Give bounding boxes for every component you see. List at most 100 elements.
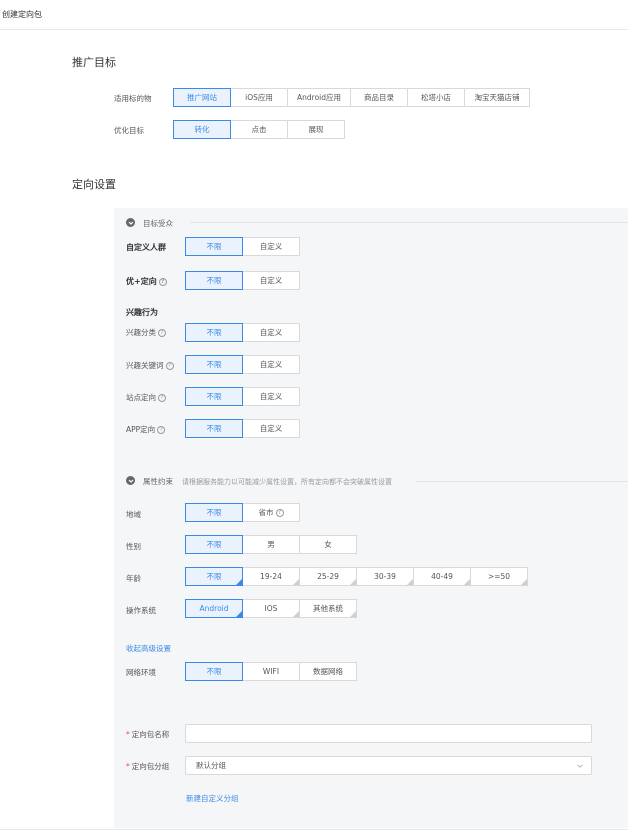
goal-option-impression[interactable]: 展现 <box>287 120 345 139</box>
interest-category-custom[interactable]: 自定义 <box>242 323 300 342</box>
interest-keyword-label-text: 兴趣关键词 <box>126 361 164 370</box>
target-label: 适用标的物 <box>114 94 152 103</box>
custom-crowd-unlimited[interactable]: 不限 <box>185 237 243 256</box>
package-name-label: * 定向包名称 <box>126 729 169 740</box>
age-30-39[interactable]: 30-39 <box>356 567 414 586</box>
site-targeting-custom[interactable]: 自定义 <box>242 387 300 406</box>
gender-label: 性别 <box>126 542 141 551</box>
help-icon[interactable]: ? <box>157 426 166 434</box>
package-group-label: * 定向包分组 <box>126 761 169 772</box>
age-unlimited[interactable]: 不限 <box>185 567 243 586</box>
help-icon[interactable]: ? <box>158 277 167 286</box>
interest-keyword-unlimited[interactable]: 不限 <box>185 355 243 374</box>
network-unlimited[interactable]: 不限 <box>185 662 243 681</box>
os-android[interactable]: Android <box>185 599 243 618</box>
goal-option-click[interactable]: 点击 <box>230 120 288 139</box>
network-label: 网络环境 <box>126 668 156 677</box>
collapse-attributes-icon[interactable] <box>126 476 135 485</box>
package-group-select[interactable]: 默认分组 <box>185 756 592 775</box>
region-province-city-label: 省市 <box>258 508 274 517</box>
gender-selector: 不限 男 女 <box>185 535 357 554</box>
custom-crowd-label: 自定义人群 <box>126 243 166 252</box>
os-selector: Android IOS 其他系统 <box>185 599 357 618</box>
age-50-plus-label: >=50 <box>487 572 511 581</box>
site-targeting-unlimited[interactable]: 不限 <box>185 387 243 406</box>
app-targeting-unlimited[interactable]: 不限 <box>185 419 243 438</box>
region-unlimited[interactable]: 不限 <box>185 503 243 522</box>
app-targeting-label-text: APP定向 <box>126 425 156 434</box>
age-30-39-label: 30-39 <box>374 572 396 581</box>
age-selector: 不限 19-24 25-29 30-39 40-49 >=50 <box>185 567 528 586</box>
bottom-divider <box>0 829 628 830</box>
help-icon[interactable]: ? <box>165 362 174 370</box>
age-19-24[interactable]: 19-24 <box>242 567 300 586</box>
youplus-label: 优+定向? <box>126 276 167 287</box>
youplus-unlimited[interactable]: 不限 <box>185 271 243 290</box>
interest-keyword-label: 兴趣关键词? <box>126 360 174 371</box>
os-other[interactable]: 其他系统 <box>299 599 357 618</box>
corner-marker <box>350 611 356 617</box>
os-android-label: Android <box>199 604 229 613</box>
network-mobile-data[interactable]: 数据网络 <box>299 662 357 681</box>
youplus-label-text: 优+定向 <box>126 277 157 286</box>
audience-divider <box>190 222 628 223</box>
age-50-plus[interactable]: >=50 <box>470 567 528 586</box>
package-name-label-text: 定向包名称 <box>131 730 170 739</box>
age-19-24-label: 19-24 <box>260 572 282 581</box>
audience-title: 目标受众 <box>143 219 173 228</box>
youplus-custom[interactable]: 自定义 <box>242 271 300 290</box>
site-targeting-label: 站点定向? <box>126 392 166 403</box>
interest-keyword-custom[interactable]: 自定义 <box>242 355 300 374</box>
target-option-website[interactable]: 推广网站 <box>173 88 231 107</box>
goal-selector: 转化 点击 展现 <box>173 120 345 139</box>
network-wifi[interactable]: WIFI <box>242 662 300 681</box>
region-label: 地域 <box>126 510 141 519</box>
target-option-ios[interactable]: iOS应用 <box>230 88 288 107</box>
help-icon[interactable]: ? <box>158 394 166 402</box>
new-group-link[interactable]: 新建自定义分组 <box>186 793 239 804</box>
age-unlimited-label: 不限 <box>206 572 222 581</box>
goal-option-conversion[interactable]: 转化 <box>173 120 231 139</box>
help-icon[interactable]: ? <box>158 329 166 337</box>
corner-marker <box>236 611 242 617</box>
interest-keyword-selector: 不限 自定义 <box>185 355 300 374</box>
site-targeting-label-text: 站点定向 <box>126 393 156 402</box>
targeting-section-title: 定向设置 <box>72 178 116 191</box>
corner-marker <box>236 579 242 585</box>
app-targeting-selector: 不限 自定义 <box>185 419 300 438</box>
region-province-city[interactable]: 省市? <box>242 503 300 522</box>
attributes-title: 属性约束 <box>143 477 173 486</box>
gender-female[interactable]: 女 <box>299 535 357 554</box>
interest-behavior-label: 兴趣行为 <box>126 308 158 317</box>
os-ios-label: IOS <box>264 604 278 613</box>
package-group-value: 默认分组 <box>196 761 226 770</box>
chevron-down-icon <box>577 764 583 768</box>
collapse-audience-icon[interactable] <box>126 218 135 227</box>
target-option-catalog[interactable]: 商品目录 <box>350 88 408 107</box>
target-option-android[interactable]: Android应用 <box>287 88 351 107</box>
gender-male[interactable]: 男 <box>242 535 300 554</box>
target-option-store[interactable]: 松塔小店 <box>407 88 465 107</box>
interest-category-label-text: 兴趣分类 <box>126 328 156 337</box>
os-other-label: 其他系统 <box>313 604 343 613</box>
custom-crowd-custom[interactable]: 自定义 <box>242 237 300 256</box>
interest-category-selector: 不限 自定义 <box>185 323 300 342</box>
age-label: 年龄 <box>126 574 141 583</box>
target-selector: 推广网站 iOS应用 Android应用 商品目录 松塔小店 淘宝天猫店铺 <box>173 88 530 107</box>
os-label: 操作系统 <box>126 606 156 615</box>
os-ios[interactable]: IOS <box>242 599 300 618</box>
app-targeting-custom[interactable]: 自定义 <box>242 419 300 438</box>
age-25-29[interactable]: 25-29 <box>299 567 357 586</box>
interest-category-label: 兴趣分类? <box>126 327 166 338</box>
interest-category-unlimited[interactable]: 不限 <box>185 323 243 342</box>
site-targeting-selector: 不限 自定义 <box>185 387 300 406</box>
page-title: 创建定向包 <box>2 10 42 19</box>
required-mark: * <box>126 730 130 739</box>
gender-unlimited[interactable]: 不限 <box>185 535 243 554</box>
age-40-49[interactable]: 40-49 <box>413 567 471 586</box>
target-option-taobao[interactable]: 淘宝天猫店铺 <box>464 88 530 107</box>
collapse-advanced-link[interactable]: 收起高级设置 <box>126 643 171 654</box>
network-selector: 不限 WIFI 数据网络 <box>185 662 357 681</box>
help-icon[interactable]: ? <box>275 508 284 517</box>
package-name-input[interactable] <box>185 724 592 743</box>
